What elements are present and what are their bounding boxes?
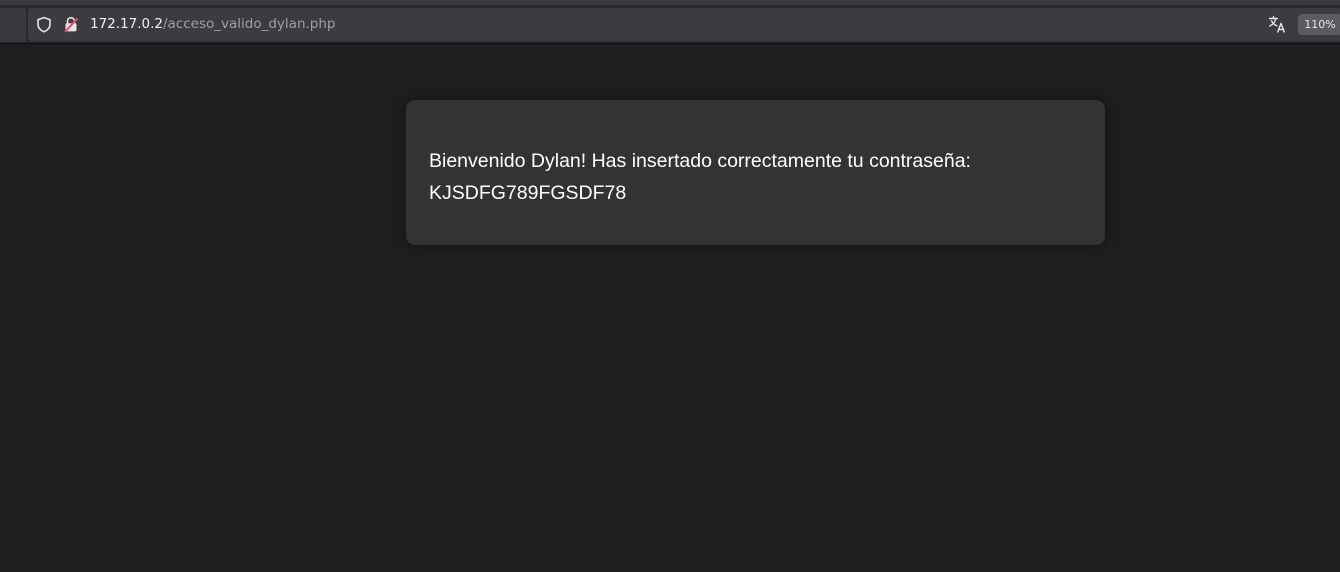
tab-strip-edge [0,0,1340,5]
shield-icon[interactable] [36,16,52,33]
message-card: Bienvenido Dylan! Has insertado correcta… [406,100,1105,245]
toolbar-left-edge [0,8,26,42]
page-content: Bienvenido Dylan! Has insertado correcta… [0,44,1340,572]
zoom-level-button[interactable]: 110% [1298,14,1340,35]
translate-icon[interactable] [1268,15,1287,34]
welcome-message: Bienvenido Dylan! Has insertado correcta… [429,150,971,172]
url-display[interactable]: 172.17.0.2/acceso_valido_dylan.php [90,16,335,33]
password-value: KJSDFG789FGSDF78 [429,182,627,204]
browser-toolbar: 172.17.0.2/acceso_valido_dylan.php 110% [0,0,1340,44]
url-path: /acceso_valido_dylan.php [163,16,336,32]
address-bar[interactable]: 172.17.0.2/acceso_valido_dylan.php 110% [28,8,1340,41]
url-host: 172.17.0.2 [90,16,163,32]
insecure-lock-icon[interactable] [63,16,79,33]
